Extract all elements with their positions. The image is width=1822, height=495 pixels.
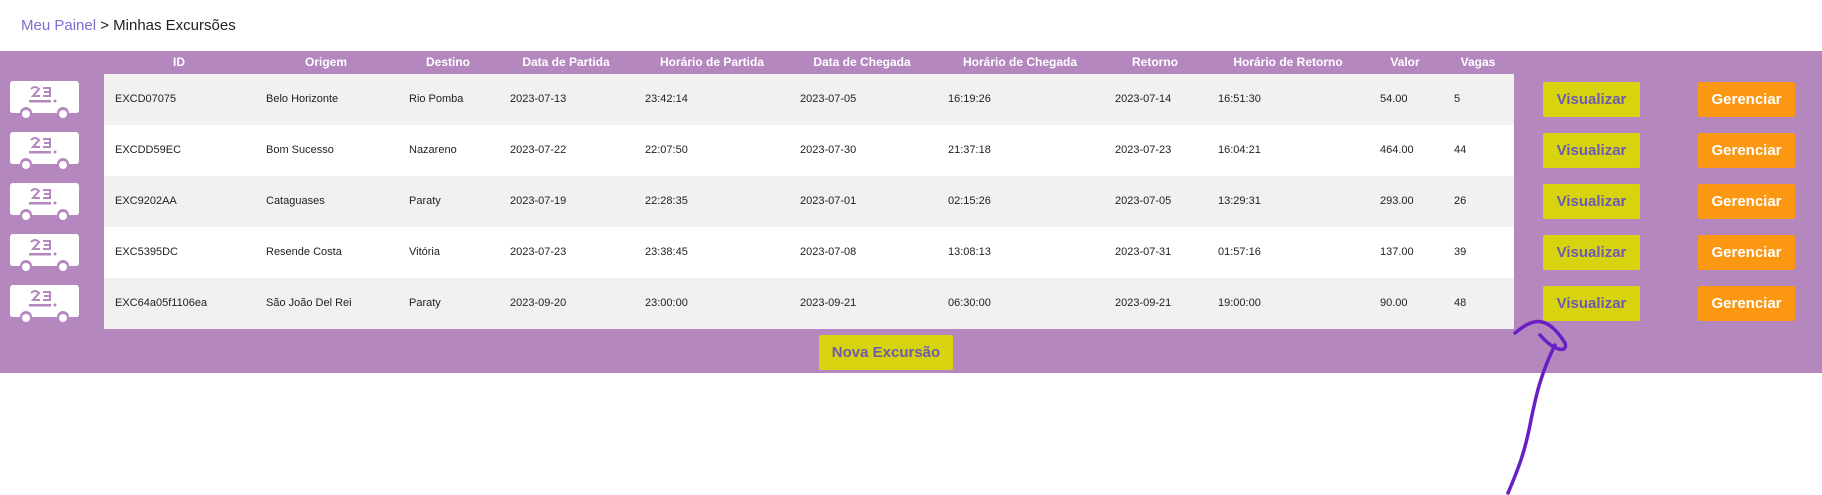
cell-horario-retorno: 16:51:30	[1218, 93, 1261, 105]
cell-vagas: 5	[1454, 93, 1461, 105]
cell-data-chegada: 2023-07-08	[800, 246, 857, 258]
cell-id: EXC5395DC	[115, 246, 178, 258]
cell-origem: Cataguases	[266, 195, 325, 207]
cell-horario-retorno: 19:00:00	[1218, 297, 1261, 309]
cell-origem: Resende Costa	[266, 246, 342, 258]
gerenciar-button[interactable]: Gerenciar	[1698, 133, 1795, 168]
cell-data-partida: 2023-07-13	[510, 93, 567, 105]
cell-vagas: 48	[1454, 297, 1467, 309]
cell-retorno: 2023-07-05	[1115, 195, 1172, 207]
cell-retorno: 2023-07-31	[1115, 246, 1172, 258]
header-horario-partida: Horário de Partida	[659, 55, 765, 69]
cell-destino: Nazareno	[409, 144, 457, 156]
header-valor: Valor	[1390, 55, 1420, 69]
table-row: EXCD07075 Belo Horizonte Rio Pomba 2023-…	[104, 74, 1514, 125]
cell-horario-partida: 22:28:35	[645, 195, 688, 207]
visualizar-button[interactable]: Visualizar	[1543, 184, 1640, 219]
cell-valor: 464.00	[1380, 144, 1414, 156]
cell-data-chegada: 2023-09-21	[800, 297, 857, 309]
breadcrumb-current: Minhas Excursões	[113, 17, 236, 34]
header-data-partida: Data de Partida	[522, 55, 610, 69]
cell-id: EXCDD59EC	[115, 144, 182, 156]
table-row: EXC64a05f1106ea São João Del Rei Paraty …	[104, 278, 1514, 329]
cell-horario-partida: 23:00:00	[645, 297, 688, 309]
gerenciar-button[interactable]: Gerenciar	[1698, 184, 1795, 219]
cell-id: EXCD07075	[115, 93, 177, 105]
breadcrumb-separator: >	[100, 17, 109, 34]
header-horario-retorno: Horário de Retorno	[1233, 55, 1343, 69]
table-row: EXC5395DC Resende Costa Vitória 2023-07-…	[104, 227, 1514, 278]
cell-id: EXC64a05f1106ea	[115, 297, 208, 309]
cell-data-chegada: 2023-07-30	[800, 144, 857, 156]
cell-id: EXC9202AA	[115, 195, 177, 207]
cell-retorno: 2023-07-23	[1115, 144, 1172, 156]
breadcrumb: Meu Painel > Minhas Excursões	[21, 17, 236, 34]
cell-horario-retorno: 13:29:31	[1218, 195, 1261, 207]
cell-horario-chegada: 21:37:18	[948, 144, 991, 156]
cell-horario-chegada: 13:08:13	[948, 246, 991, 258]
cell-horario-partida: 23:38:45	[645, 246, 688, 258]
cell-horario-chegada: 16:19:26	[948, 93, 991, 105]
gerenciar-button[interactable]: Gerenciar	[1698, 235, 1795, 270]
cell-valor: 137.00	[1380, 246, 1414, 258]
cell-horario-chegada: 06:30:00	[948, 297, 991, 309]
cell-retorno: 2023-09-21	[1115, 297, 1172, 309]
header-id: ID	[173, 55, 185, 69]
visualizar-button[interactable]: Visualizar	[1543, 133, 1640, 168]
header-destino: Destino	[425, 55, 471, 69]
cell-origem: Bom Sucesso	[266, 144, 334, 156]
cell-destino: Paraty	[409, 195, 441, 207]
cell-data-partida: 2023-09-20	[510, 297, 567, 309]
header-horario-chegada: Horário de Chegada	[962, 55, 1078, 69]
gerenciar-button[interactable]: Gerenciar	[1698, 82, 1795, 117]
table-row: EXCDD59EC Bom Sucesso Nazareno 2023-07-2…	[104, 125, 1514, 176]
header-data-chegada: Data de Chegada	[813, 55, 911, 69]
annotation-arrow-icon	[1506, 319, 1568, 495]
cell-origem: Belo Horizonte	[266, 93, 339, 105]
bus-logo-icon	[10, 285, 79, 322]
cell-valor: 90.00	[1380, 297, 1408, 309]
header-origem: Origem	[304, 55, 348, 69]
bus-logo-icon	[10, 81, 79, 118]
cell-data-partida: 2023-07-23	[510, 246, 567, 258]
bus-logo-icon	[10, 183, 79, 220]
cell-horario-partida: 22:07:50	[645, 144, 688, 156]
cell-origem: São João Del Rei	[266, 297, 352, 309]
table-row: EXC9202AA Cataguases Paraty 2023-07-19 2…	[104, 176, 1514, 227]
cell-data-chegada: 2023-07-01	[800, 195, 857, 207]
cell-valor: 54.00	[1380, 93, 1408, 105]
gerenciar-button[interactable]: Gerenciar	[1698, 286, 1795, 321]
excursions-table: EXCD07075 Belo Horizonte Rio Pomba 2023-…	[104, 74, 1514, 330]
breadcrumb-home-link[interactable]: Meu Painel	[21, 17, 96, 34]
cell-horario-retorno: 01:57:16	[1218, 246, 1261, 258]
table-header: ID Origem Destino Data de Partida Horári…	[0, 51, 1822, 75]
cell-horario-partida: 23:42:14	[645, 93, 688, 105]
bus-logo-icon	[10, 132, 79, 169]
cell-vagas: 44	[1454, 144, 1467, 156]
nova-excursao-button[interactable]: Nova Excursão	[819, 335, 953, 370]
cell-valor: 293.00	[1380, 195, 1414, 207]
bus-logo-icon	[10, 234, 79, 271]
visualizar-button[interactable]: Visualizar	[1543, 235, 1640, 270]
cell-horario-retorno: 16:04:21	[1218, 144, 1261, 156]
visualizar-button[interactable]: Visualizar	[1543, 82, 1640, 117]
header-retorno: Retorno	[1132, 55, 1178, 69]
cell-data-partida: 2023-07-22	[510, 144, 567, 156]
cell-retorno: 2023-07-14	[1115, 93, 1172, 105]
cell-destino: Paraty	[409, 297, 441, 309]
cell-destino: Vitória	[409, 246, 440, 258]
header-vagas: Vagas	[1460, 55, 1496, 69]
cell-vagas: 26	[1454, 195, 1467, 207]
cell-vagas: 39	[1454, 246, 1467, 258]
cell-destino: Rio Pomba	[409, 93, 464, 105]
cell-horario-chegada: 02:15:26	[948, 195, 991, 207]
cell-data-partida: 2023-07-19	[510, 195, 567, 207]
cell-data-chegada: 2023-07-05	[800, 93, 857, 105]
